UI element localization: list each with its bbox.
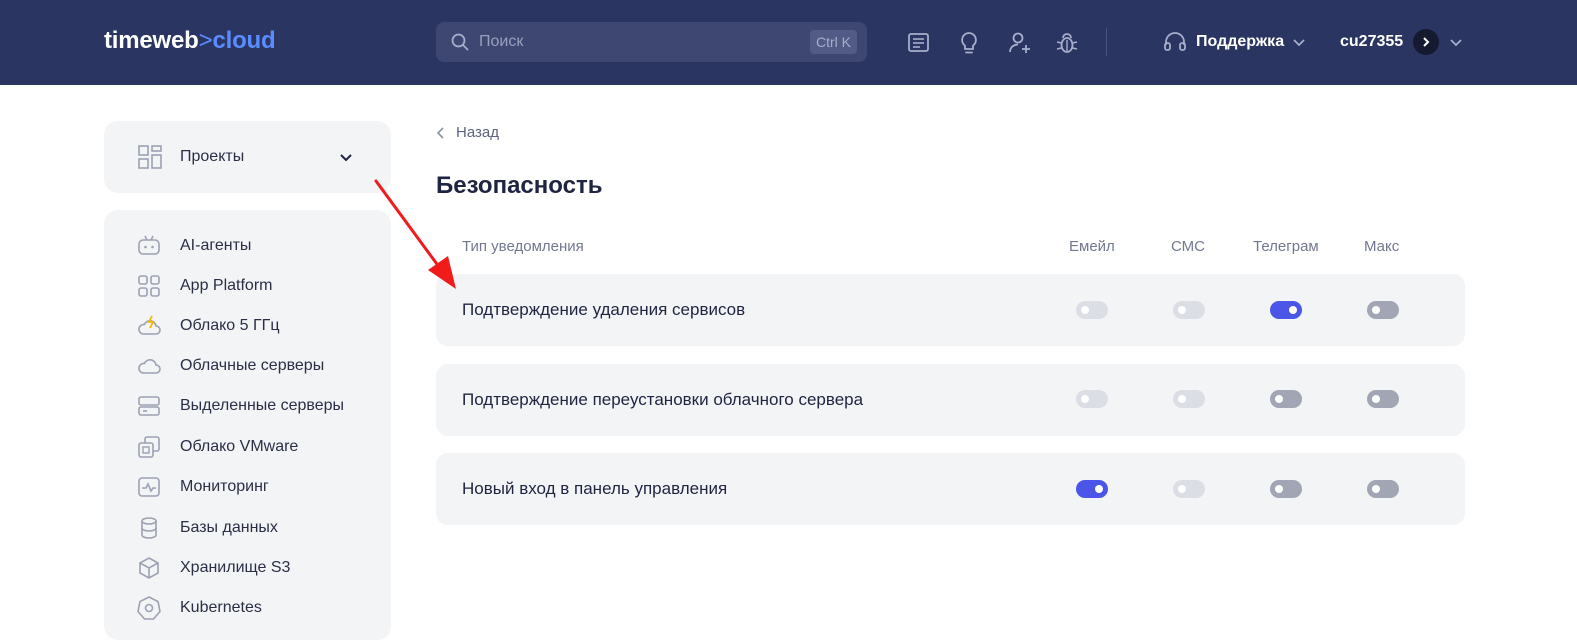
- search-shortcut-badge: Ctrl K: [810, 30, 857, 54]
- sidebar-item-monitoring[interactable]: Мониторинг: [136, 474, 269, 500]
- chevron-down-icon: [340, 154, 352, 162]
- logo[interactable]: timeweb>cloud: [104, 27, 276, 55]
- storage-cube-icon: [139, 557, 159, 579]
- user-arrow-button[interactable]: [1413, 29, 1440, 55]
- column-header-sms: СМС: [1171, 238, 1205, 255]
- database-icon: [141, 517, 157, 539]
- toggle-telegram[interactable]: [1270, 301, 1302, 319]
- toggle-telegram[interactable]: [1270, 480, 1302, 498]
- sidebar-item-databases[interactable]: Базы данных: [136, 515, 278, 541]
- chevron-left-icon: [436, 126, 444, 139]
- sidebar-item-label: AI-агенты: [180, 237, 252, 254]
- search-icon: [451, 33, 469, 51]
- vmware-icon: [138, 436, 160, 458]
- toggle-sms[interactable]: [1173, 390, 1205, 408]
- toggle-email[interactable]: [1076, 301, 1108, 319]
- projects-grid-icon: [138, 145, 162, 169]
- back-link[interactable]: Назад: [436, 124, 499, 141]
- user-menu[interactable]: cu27355: [1340, 28, 1463, 56]
- projects-dropdown[interactable]: Проекты: [104, 121, 391, 193]
- sidebar-item-label: Мониторинг: [180, 478, 269, 495]
- toggle-sms[interactable]: [1173, 480, 1205, 498]
- notification-row-delete-services: Подтверждение удаления сервисов: [436, 274, 1465, 346]
- header-divider: [1106, 28, 1107, 56]
- annotation-arrow: [374, 179, 456, 289]
- logo-chevron: >: [198, 27, 213, 54]
- monitoring-icon: [138, 477, 160, 497]
- sidebar-item-label: Облако VMware: [180, 438, 299, 455]
- toggle-max[interactable]: [1367, 390, 1399, 408]
- toggle-max[interactable]: [1367, 301, 1399, 319]
- back-label: Назад: [456, 124, 499, 141]
- toggle-email[interactable]: [1076, 480, 1108, 498]
- lightbulb-icon[interactable]: [956, 30, 982, 56]
- sidebar-nav: AI-агенты App Platform Облако 5 ГГц Обла…: [104, 210, 391, 640]
- sidebar-item-label: Облако 5 ГГц: [180, 317, 280, 334]
- sidebar-item-kubernetes[interactable]: Kubernetes: [136, 595, 262, 621]
- support-label: Поддержка: [1196, 33, 1285, 50]
- cloud-bolt-icon: [138, 315, 161, 335]
- support-menu[interactable]: Поддержка: [1162, 28, 1306, 56]
- username: cu27355: [1340, 33, 1404, 50]
- sidebar-item-label: Kubernetes: [180, 599, 262, 616]
- sidebar-item-label: App Platform: [180, 277, 273, 294]
- column-header-max: Макс: [1364, 238, 1400, 255]
- cloud-icon: [138, 359, 161, 374]
- sidebar-item-s3-storage[interactable]: Хранилище S3: [136, 555, 290, 581]
- logo-accent-text: cloud: [212, 27, 276, 54]
- notification-label: Новый вход в панель управления: [462, 479, 728, 498]
- toggle-sms[interactable]: [1173, 301, 1205, 319]
- news-icon[interactable]: [906, 30, 932, 56]
- sidebar-item-label: Облачные серверы: [180, 357, 325, 374]
- logo-text: timeweb: [104, 27, 199, 54]
- projects-label: Проекты: [180, 148, 245, 165]
- notification-row-reinstall-server: Подтверждение переустановки облачного се…: [436, 364, 1465, 436]
- notification-label: Подтверждение переустановки облачного се…: [462, 390, 864, 409]
- sidebar-item-label: Базы данных: [180, 519, 278, 536]
- toggle-email[interactable]: [1076, 390, 1108, 408]
- chevron-down-icon: [1450, 39, 1462, 47]
- sidebar-item-cloud-5ghz[interactable]: Облако 5 ГГц: [136, 313, 279, 339]
- bug-icon[interactable]: [1054, 30, 1080, 56]
- notification-row-new-login: Новый вход в панель управления: [436, 453, 1465, 525]
- kubernetes-icon: [137, 596, 161, 620]
- column-header-type: Тип уведомления: [462, 238, 584, 255]
- sidebar-item-app-platform[interactable]: App Platform: [136, 273, 272, 299]
- column-header-email: Емейл: [1069, 238, 1115, 255]
- add-user-icon[interactable]: [1007, 30, 1033, 56]
- column-header-telegram: Телеграм: [1253, 238, 1319, 255]
- server-icon: [138, 396, 160, 416]
- chevron-right-icon: [1423, 37, 1430, 47]
- sidebar-item-label: Выделенные серверы: [180, 397, 345, 414]
- toggle-max[interactable]: [1367, 480, 1399, 498]
- sidebar-item-cloud-servers[interactable]: Облачные серверы: [136, 353, 324, 379]
- notification-label: Подтверждение удаления сервисов: [462, 300, 746, 319]
- search-placeholder: Поиск: [479, 33, 524, 50]
- search-input[interactable]: Поиск Ctrl K: [436, 22, 867, 62]
- sidebar-item-vmware[interactable]: Облако VMware: [136, 434, 298, 460]
- headset-icon: [1164, 32, 1186, 51]
- sidebar-item-dedicated-servers[interactable]: Выделенные серверы: [136, 393, 344, 419]
- sidebar-item-label: Хранилище S3: [180, 559, 291, 576]
- top-bar: timeweb>cloud Поиск Ctrl K Поддержка cu2…: [0, 0, 1577, 85]
- chevron-down-icon: [1293, 39, 1305, 47]
- sidebar-item-ai-agents[interactable]: AI-агенты: [136, 233, 251, 259]
- ai-agent-icon: [138, 235, 160, 255]
- toggle-telegram[interactable]: [1270, 390, 1302, 408]
- app-grid-icon: [138, 275, 160, 297]
